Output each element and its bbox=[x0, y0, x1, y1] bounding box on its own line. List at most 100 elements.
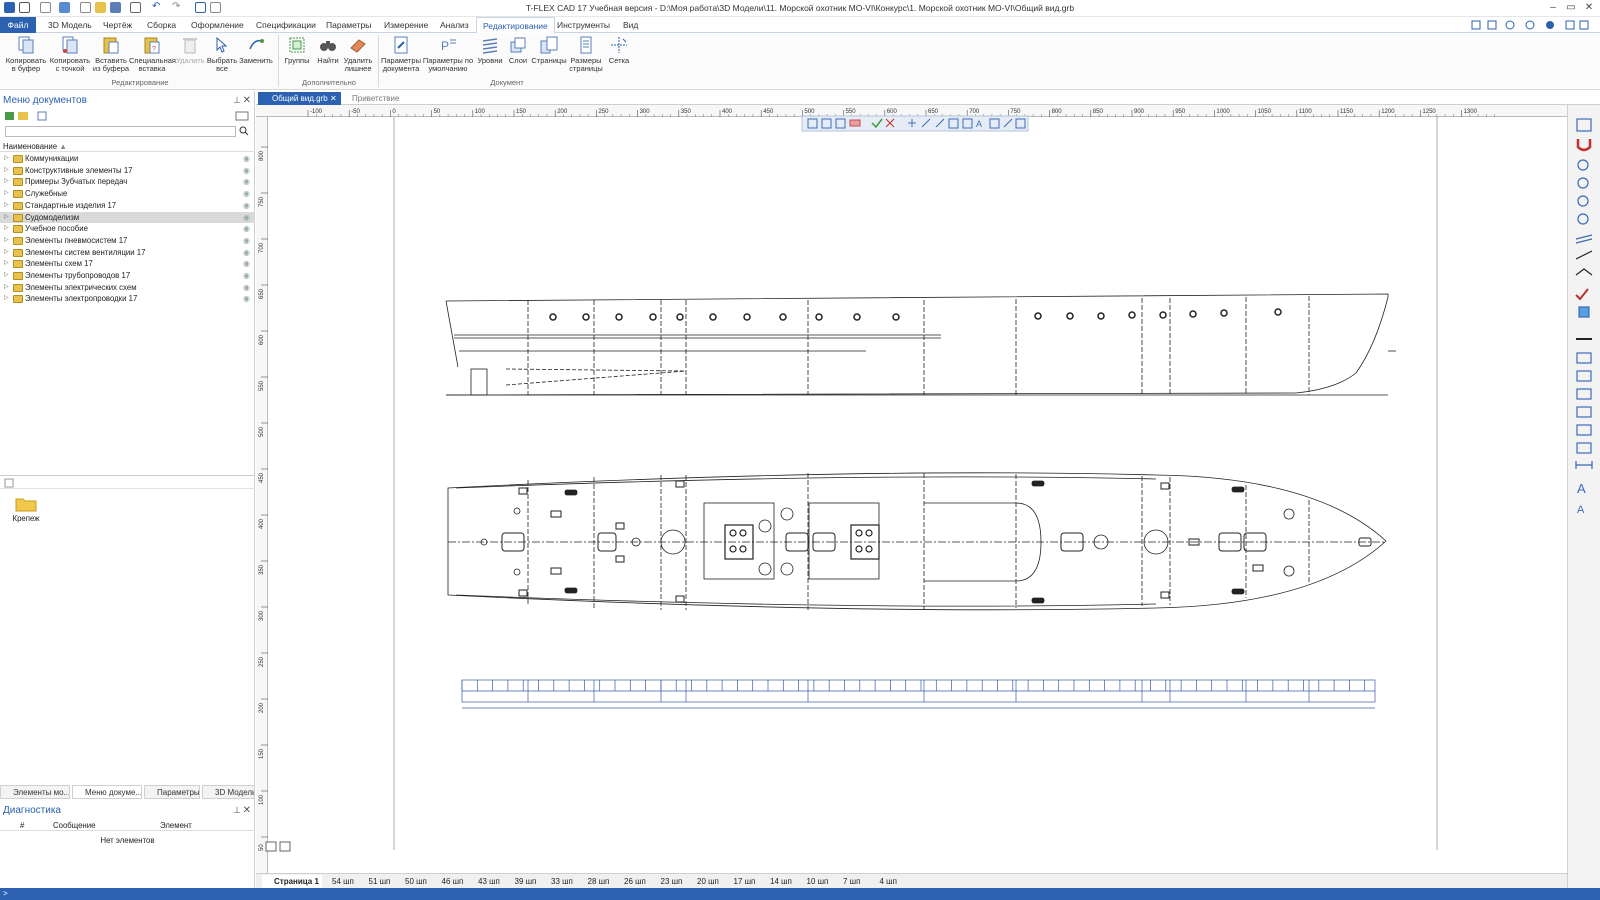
pin-icon[interactable]: ⊥ bbox=[233, 93, 241, 108]
tree-item[interactable]: ▷ Судомоделизм ◉ bbox=[0, 211, 255, 224]
folder-preview-item[interactable]: Крепеж bbox=[6, 496, 46, 526]
expand-arrow-icon[interactable]: ▷ bbox=[4, 200, 9, 212]
expand-arrow-icon[interactable]: ▷ bbox=[4, 176, 9, 188]
eye-icon[interactable]: ◉ bbox=[243, 223, 250, 235]
tree-item[interactable]: ▷ Конструктивные элементы 17 ◉ bbox=[0, 165, 255, 177]
tab-assembly[interactable]: Сборка bbox=[141, 17, 182, 33]
close-icon[interactable]: ✕ bbox=[243, 93, 251, 108]
tab-document-menu[interactable]: Меню докуме... bbox=[72, 785, 142, 799]
eye-icon[interactable]: ◉ bbox=[243, 282, 250, 294]
tab-decoration[interactable]: Оформление bbox=[185, 17, 250, 33]
eye-icon[interactable]: ◉ bbox=[243, 212, 250, 224]
eye-icon[interactable]: ◉ bbox=[243, 165, 250, 177]
copy-to-buffer-button[interactable]: Копировать в буфер bbox=[4, 35, 48, 73]
tab-3d-model-panel[interactable]: 3D Модель bbox=[202, 785, 255, 799]
grid-button[interactable]: Сетка bbox=[604, 35, 634, 65]
minimize-icon[interactable]: – bbox=[1546, 2, 1560, 14]
expand-arrow-icon[interactable]: ▷ bbox=[4, 223, 9, 235]
tree-item[interactable]: ▷ Элементы пневмосистем 17 ◉ bbox=[0, 235, 255, 247]
tree-item[interactable]: ▷ Элементы схем 17 ◉ bbox=[0, 258, 255, 270]
layers-button[interactable]: Слои bbox=[505, 35, 531, 65]
eye-icon[interactable]: ◉ bbox=[243, 188, 250, 200]
eye-icon[interactable]: ◉ bbox=[243, 270, 250, 282]
page-tab[interactable]: 26 шп bbox=[612, 875, 649, 888]
tab-model-elements[interactable]: Элементы мо... bbox=[0, 785, 70, 799]
close-icon[interactable]: ✕ bbox=[243, 803, 251, 818]
eye-icon[interactable]: ◉ bbox=[243, 258, 250, 270]
page-tab[interactable]: 14 шп bbox=[758, 875, 795, 888]
expand-arrow-icon[interactable]: ▷ bbox=[4, 188, 9, 200]
tree-item[interactable]: ▷ Элементы электропроводки 17 ◉ bbox=[0, 293, 255, 305]
delete-button[interactable]: Удалить bbox=[176, 35, 205, 65]
eye-icon[interactable]: ◉ bbox=[243, 235, 250, 247]
page-tab[interactable]: Страница 1 bbox=[262, 875, 322, 888]
expand-arrow-icon[interactable]: ▷ bbox=[4, 247, 9, 259]
page-tab[interactable]: 10 шп bbox=[795, 875, 832, 888]
tab-file[interactable]: Файл bbox=[0, 17, 36, 33]
close-icon[interactable]: ✕ bbox=[330, 94, 337, 103]
page-tab[interactable]: 54 шп bbox=[320, 875, 357, 888]
floating-toolbar[interactable]: A bbox=[801, 115, 1029, 132]
page-tab[interactable]: 46 шп bbox=[430, 875, 467, 888]
page-tab[interactable]: 39 шп bbox=[503, 875, 540, 888]
copy-with-point-button[interactable]: Копировать с точкой bbox=[48, 35, 92, 73]
maximize-icon[interactable]: ▭ bbox=[1564, 2, 1578, 14]
expand-arrow-icon[interactable]: ▷ bbox=[4, 270, 9, 282]
drawing-canvas[interactable]: -100 -50 0 50 100 150 200 250 300 350 400 450 500 550… bbox=[256, 105, 1567, 873]
page-tab[interactable]: 28 шп bbox=[576, 875, 613, 888]
eye-icon[interactable]: ◉ bbox=[243, 293, 250, 305]
help-icon[interactable] bbox=[1470, 19, 1590, 31]
col-message[interactable]: Сообщение bbox=[53, 820, 95, 831]
doc-tab-welcome[interactable]: Приветствие bbox=[338, 92, 403, 105]
tree-item[interactable]: ▷ Служебные ◉ bbox=[0, 188, 255, 200]
tree-item[interactable]: ▷ Элементы электрических схем ◉ bbox=[0, 282, 255, 294]
eye-icon[interactable]: ◉ bbox=[243, 153, 250, 165]
view-layout-buttons[interactable] bbox=[265, 841, 291, 852]
expand-arrow-icon[interactable]: ▷ bbox=[4, 258, 9, 270]
col-number[interactable]: # bbox=[20, 820, 24, 831]
doc-menu-search-input[interactable] bbox=[5, 126, 236, 137]
document-params-button[interactable]: Параметры документа bbox=[380, 35, 422, 73]
tab-measurement[interactable]: Измерение bbox=[378, 17, 434, 33]
search-icon[interactable] bbox=[239, 126, 249, 136]
page-tab[interactable]: 43 шп bbox=[466, 875, 503, 888]
tab-parameters-panel[interactable]: Параметры bbox=[144, 785, 200, 799]
tab-view[interactable]: Вид bbox=[617, 17, 644, 33]
page-tab[interactable]: 20 шп bbox=[685, 875, 722, 888]
replace-button[interactable]: Заменить bbox=[238, 35, 274, 65]
page-tab[interactable]: 7 шп bbox=[831, 875, 863, 888]
close-icon[interactable]: ✕ bbox=[1582, 2, 1596, 14]
page-tab[interactable]: 33 шп bbox=[539, 875, 576, 888]
expand-arrow-icon[interactable]: ▷ bbox=[4, 235, 9, 247]
tree-item[interactable]: ▷ Учебное пособие ◉ bbox=[0, 223, 255, 235]
page-tab[interactable]: 4 шп bbox=[868, 875, 900, 888]
tab-3d-model[interactable]: 3D Модель bbox=[42, 17, 98, 33]
tab-drawing[interactable]: Чертёж bbox=[97, 17, 138, 33]
special-paste-button[interactable]: ? Специальная вставка bbox=[129, 35, 176, 73]
tree-item[interactable]: ▷ Коммуникации ◉ bbox=[0, 153, 255, 165]
expand-arrow-icon[interactable]: ▷ bbox=[4, 282, 9, 294]
tree-item[interactable]: ▷ Примеры Зубчатых передач ◉ bbox=[0, 176, 255, 188]
eye-icon[interactable]: ◉ bbox=[243, 176, 250, 188]
expand-arrow-icon[interactable]: ▷ bbox=[4, 153, 9, 165]
col-element[interactable]: Элемент bbox=[160, 820, 192, 831]
expand-arrow-icon[interactable]: ▷ bbox=[4, 293, 9, 305]
tab-analysis[interactable]: Анализ bbox=[434, 17, 475, 33]
page-tab[interactable]: 50 шп bbox=[393, 875, 430, 888]
expand-arrow-icon[interactable]: ▷ bbox=[4, 212, 9, 224]
find-button[interactable]: Найти bbox=[314, 35, 342, 65]
select-all-button[interactable]: Выбрать все bbox=[206, 35, 238, 73]
pages-button[interactable]: Страницы bbox=[531, 35, 567, 65]
tab-parameters[interactable]: Параметры bbox=[320, 17, 377, 33]
eye-icon[interactable]: ◉ bbox=[243, 200, 250, 212]
groups-button[interactable]: Группы bbox=[282, 35, 312, 65]
eye-icon[interactable]: ◉ bbox=[243, 247, 250, 259]
doc-tab-general-view[interactable]: Общий вид.grb ✕ bbox=[258, 92, 341, 105]
expand-arrow-icon[interactable]: ▷ bbox=[4, 165, 9, 177]
paste-from-buffer-button[interactable]: Вставить из буфера bbox=[91, 35, 131, 73]
tree-item[interactable]: ▷ Элементы систем вентиляции 17 ◉ bbox=[0, 247, 255, 259]
remove-extra-button[interactable]: Удалить лишнее bbox=[340, 35, 376, 73]
page-tab[interactable]: 51 шп bbox=[357, 875, 394, 888]
page-tab[interactable]: 23 шп bbox=[649, 875, 686, 888]
tab-tools[interactable]: Инструменты bbox=[551, 17, 616, 33]
